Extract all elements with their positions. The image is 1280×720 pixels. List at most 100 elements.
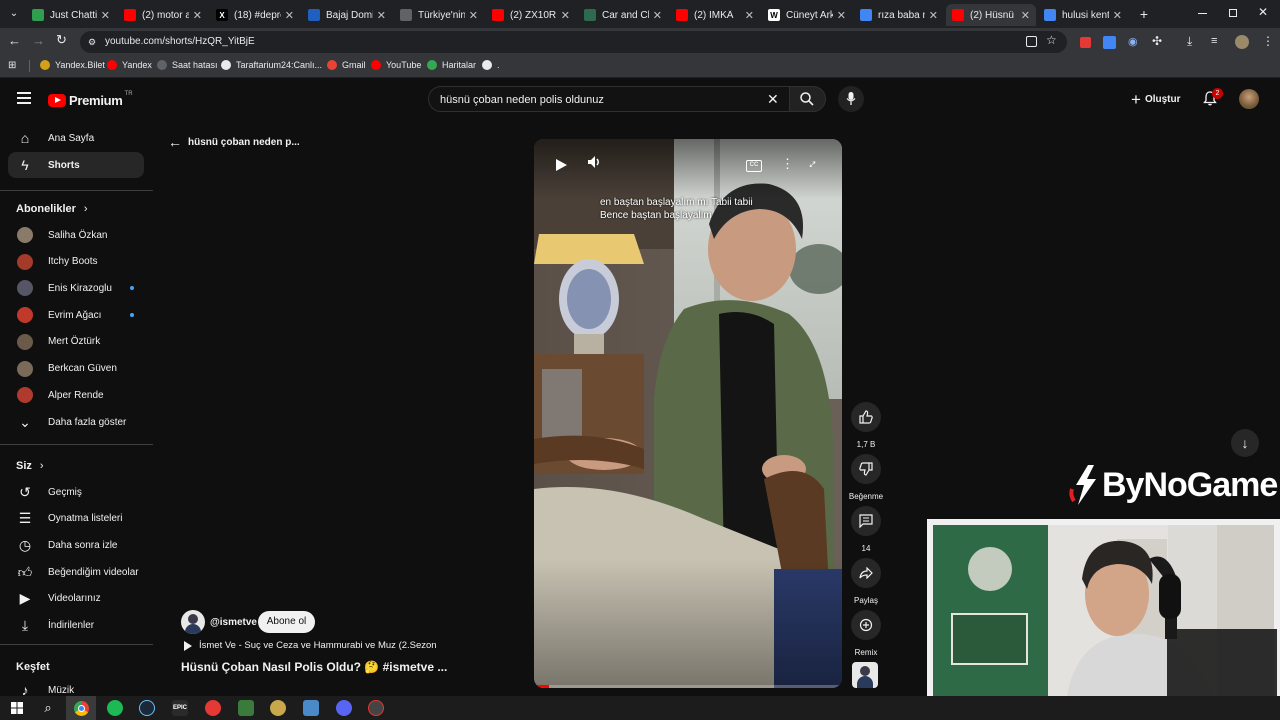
notifications-button[interactable]: 2 xyxy=(1203,88,1223,107)
bookmark-star-icon[interactable]: ☆ xyxy=(1046,33,1057,47)
subscription-item[interactable]: Enis Kirazoglu xyxy=(8,275,144,301)
youtube-logo[interactable]: Premium TR xyxy=(48,91,158,109)
browser-tab[interactable]: hulusi kentm ✕ xyxy=(1038,4,1128,26)
subscription-item[interactable]: Itchy Boots xyxy=(8,249,144,275)
share-action[interactable]: Paylaş xyxy=(849,558,883,605)
address-bar[interactable]: ⚙ youtube.com/shorts/HzQR_YitBjE ☆ xyxy=(80,31,1067,53)
like-action[interactable]: 1,7 B xyxy=(849,402,883,449)
channel-avatar[interactable] xyxy=(181,610,205,634)
dislike-action[interactable]: Beğenme xyxy=(849,454,883,501)
tab-close-icon[interactable]: ✕ xyxy=(193,9,202,22)
tab-close-icon[interactable]: ✕ xyxy=(101,9,110,22)
play-button[interactable] xyxy=(550,153,572,177)
site-info-icon[interactable]: ⚙ xyxy=(88,36,100,48)
bookmark-item[interactable]: Haritalar xyxy=(427,60,476,70)
tab-close-icon[interactable]: ✕ xyxy=(837,9,846,22)
captions-button[interactable]: CC xyxy=(746,160,762,172)
more-options-icon[interactable]: ⋮ xyxy=(781,156,794,172)
search-box[interactable]: hüsnü çoban neden polis oldunuz ✕ xyxy=(428,86,789,112)
browser-tab[interactable]: Bajaj Domin ✕ xyxy=(302,4,392,26)
bookmark-item[interactable]: . xyxy=(482,60,500,70)
tab-close-icon[interactable]: ✕ xyxy=(469,9,478,22)
sidebar-item-you[interactable]: ☰ Oynatma listeleri xyxy=(8,506,144,532)
extension-icon-2[interactable]: ◉ xyxy=(1128,36,1140,48)
guide-menu-icon[interactable] xyxy=(17,92,31,104)
steam-taskbar-icon[interactable] xyxy=(139,700,155,716)
create-button[interactable]: + Oluştur xyxy=(1126,88,1188,110)
chrome-taskbar-icon[interactable] xyxy=(66,696,96,720)
subscribe-button[interactable]: Abone ol xyxy=(258,611,315,633)
apps-grid-icon[interactable]: ⊞ xyxy=(8,60,19,71)
discord-taskbar-icon[interactable] xyxy=(336,700,352,716)
subscription-item[interactable]: Saliha Özkan xyxy=(8,222,144,248)
search-input[interactable]: hüsnü çoban neden polis oldunuz xyxy=(440,94,604,106)
progress-bar-track[interactable] xyxy=(534,685,842,688)
subscription-item[interactable]: Evrim Ağacı xyxy=(8,302,144,328)
forward-nav-icon[interactable]: → xyxy=(32,34,46,48)
browser-tab[interactable]: W Cüneyt Arkın ✕ xyxy=(762,4,852,26)
bookmark-item[interactable]: Saat hatası xyxy=(157,60,218,70)
bookmark-item[interactable]: Yandex.Bilet xyxy=(40,60,105,70)
shorts-title[interactable]: Hüsnü Çoban Nasıl Polis Oldu? 🤔 #ismetve… xyxy=(181,660,447,674)
back-to-search-button[interactable]: ← hüsnü çoban neden p... xyxy=(168,134,300,150)
tab-close-icon[interactable]: ✕ xyxy=(561,9,570,22)
bookmark-item[interactable]: Gmail xyxy=(327,60,366,70)
remix-action[interactable]: Remix xyxy=(849,610,883,657)
tab-close-icon[interactable]: ✕ xyxy=(377,9,386,22)
next-short-button[interactable]: ↓ xyxy=(1231,429,1259,457)
browser-tab[interactable]: rıza baba ne ✕ xyxy=(854,4,944,26)
close-window-button[interactable]: ✕ xyxy=(1257,5,1269,19)
windows-start-icon[interactable] xyxy=(9,700,25,716)
tab-close-icon[interactable]: ✕ xyxy=(929,9,938,22)
you-header[interactable]: Siz › xyxy=(16,460,44,472)
spotify-taskbar-icon[interactable] xyxy=(107,700,123,716)
extension-icon-1[interactable] xyxy=(1080,37,1091,48)
epic-games-taskbar-icon[interactable]: EPIC xyxy=(172,700,188,716)
url-text[interactable]: youtube.com/shorts/HzQR_YitBjE xyxy=(105,36,255,47)
app-taskbar-icon-3[interactable] xyxy=(303,700,319,716)
browser-tab[interactable]: Car and Class ✕ xyxy=(578,4,668,26)
tab-close-icon[interactable]: ✕ xyxy=(285,9,294,22)
browser-tab[interactable]: (2) İMKÂ ✕ xyxy=(670,4,760,26)
sidebar-item-you[interactable]: 👍︎ Beğendiğim videolar xyxy=(8,559,144,585)
show-more-button[interactable]: ⌄ Daha fazla göster xyxy=(8,409,144,435)
channel-handle[interactable]: @ismetve xyxy=(210,617,257,628)
bookmark-item[interactable]: YouTube xyxy=(371,60,421,70)
subscription-item[interactable]: Alper Rende xyxy=(8,382,144,408)
audio-source-thumbnail[interactable] xyxy=(852,662,878,688)
back-nav-icon[interactable]: ← xyxy=(8,34,22,48)
media-control-icon[interactable]: ≡ xyxy=(1211,35,1224,48)
sidebar-item-you[interactable]: ▶ Videolarınız xyxy=(8,586,144,612)
tab-close-icon[interactable]: ✕ xyxy=(653,9,662,22)
subscription-item[interactable]: Berkcan Güven xyxy=(8,356,144,382)
new-tab-button[interactable]: + xyxy=(1137,6,1151,22)
dislike-button[interactable] xyxy=(851,454,881,484)
volume-button[interactable] xyxy=(587,155,607,175)
app-taskbar-icon-1[interactable] xyxy=(205,700,221,716)
restore-button[interactable] xyxy=(1229,9,1237,17)
sidebar-item-shorts[interactable]: ϟ Shorts xyxy=(8,152,144,178)
tab-close-icon[interactable]: ✕ xyxy=(1113,9,1122,22)
app-taskbar-icon-2[interactable] xyxy=(238,700,254,716)
clear-search-icon[interactable]: ✕ xyxy=(767,91,779,108)
app-taskbar-icon-4[interactable] xyxy=(368,700,384,716)
translate-icon[interactable] xyxy=(1103,36,1116,49)
reload-icon[interactable]: ↻ xyxy=(56,33,70,47)
sidebar-item-you[interactable]: ◷ Daha sonra izle xyxy=(8,532,144,558)
install-icon[interactable] xyxy=(1026,36,1037,47)
bookmark-item[interactable]: Taraftarium24:Canlı... xyxy=(221,60,322,70)
sidebar-item-ana-sayfa[interactable]: ⌂ Ana Sayfa xyxy=(8,125,144,151)
account-avatar[interactable] xyxy=(1239,89,1259,109)
tab-search-icon[interactable]: ⌄ xyxy=(8,8,20,20)
remix-button[interactable] xyxy=(851,610,881,640)
sidebar-item-you[interactable]: ↺ Geçmiş xyxy=(8,479,144,505)
subscription-item[interactable]: Mert Öztürk xyxy=(8,329,144,355)
browser-tab[interactable]: (2) ZX10R İLI ✕ xyxy=(486,4,576,26)
bookmark-item[interactable]: Yandex xyxy=(107,60,152,70)
subscriptions-header[interactable]: Abonelikler › xyxy=(16,203,88,215)
minimize-button[interactable] xyxy=(1198,8,1208,18)
voice-search-button[interactable] xyxy=(838,86,864,112)
browser-tab[interactable]: Just Chatting ✕ xyxy=(26,4,116,26)
downloads-icon[interactable]: ⤓ xyxy=(1187,35,1200,48)
playlist-link[interactable]: İsmet Ve - Suç ve Ceza ve Hammurabi ve M… xyxy=(184,640,437,651)
